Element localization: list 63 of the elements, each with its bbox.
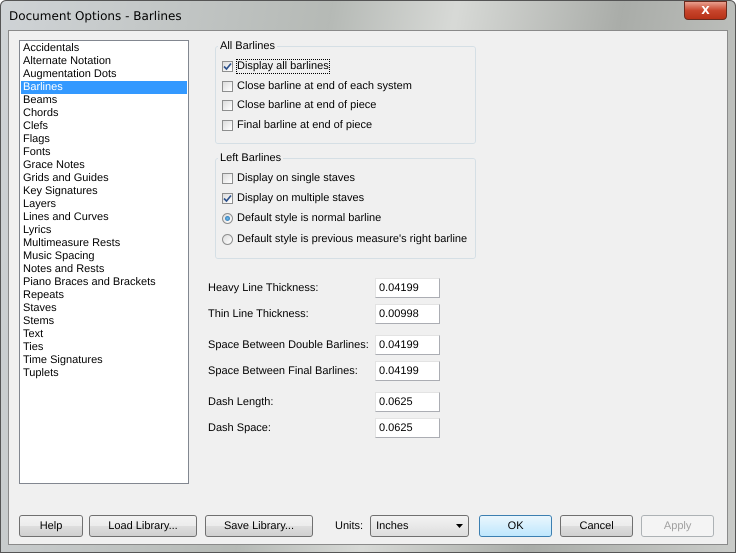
input-field[interactable]: 0.0625	[375, 392, 440, 412]
list-item[interactable]: Flags	[21, 133, 187, 146]
checkbox[interactable]	[222, 61, 233, 72]
option-label: Close barline at end of piece	[237, 99, 376, 112]
list-item[interactable]: Stems	[21, 315, 187, 328]
field-label: Thin Line Thickness:	[208, 308, 310, 320]
checkbox[interactable]	[222, 120, 233, 131]
list-item[interactable]: Augmentation Dots	[21, 68, 187, 81]
option-label: Default style is previous measure's right barline	[237, 233, 468, 246]
option-label: Display on multiple staves	[237, 192, 364, 205]
window-title: Document Options - Barlines	[9, 8, 182, 22]
list-item[interactable]: Ties	[21, 341, 187, 354]
checkbox[interactable]	[222, 173, 233, 184]
list-item[interactable]: Notes and Rests	[21, 263, 187, 276]
list-item[interactable]: Lyrics	[21, 224, 187, 237]
close-button[interactable]: X	[684, 1, 727, 20]
list-item[interactable]: Key Signatures	[21, 185, 187, 198]
list-item[interactable]: Piano Braces and Brackets	[21, 276, 187, 289]
list-item[interactable]: Accidentals	[21, 42, 187, 55]
cancel-button[interactable]: Cancel	[560, 515, 634, 537]
radio-button[interactable]	[222, 234, 233, 245]
list-item[interactable]: Time Signatures	[21, 354, 187, 367]
input-field[interactable]: 0.00998	[375, 304, 440, 324]
option-label: Display on single staves	[237, 172, 356, 186]
list-item[interactable]: Beams	[21, 94, 187, 107]
load-library-button[interactable]: Load Library...	[89, 515, 197, 537]
list-item[interactable]: Clefs	[21, 120, 187, 133]
checkbox[interactable]	[222, 100, 233, 112]
list-item[interactable]: Multimeasure Rests	[21, 237, 187, 250]
radio-button[interactable]	[222, 213, 233, 224]
caret-icon	[456, 524, 464, 528]
ok-button[interactable]: OK	[479, 515, 552, 537]
list-item[interactable]: Music Spacing	[21, 250, 187, 263]
list-item[interactable]: Tuplets	[21, 367, 187, 380]
option-label: Display all barlines	[237, 60, 329, 74]
help-button[interactable]: Help	[19, 515, 83, 537]
field-label: Space Between Double Barlines:	[208, 339, 370, 351]
field-label: Heavy Line Thickness:	[208, 282, 320, 294]
option-label: Final barline at end of piece	[237, 118, 372, 132]
list-item[interactable]: Layers	[21, 198, 187, 211]
units-label: Units:	[335, 520, 364, 532]
list-item[interactable]: Staves	[21, 302, 187, 315]
input-field[interactable]: 0.04199	[375, 361, 440, 381]
list-item[interactable]: Fonts	[21, 146, 187, 159]
list-item[interactable]: Repeats	[21, 289, 187, 302]
field-label: Dash Length:	[208, 396, 274, 408]
option-label: Default style is normal barline	[237, 212, 382, 225]
input-field[interactable]: 0.04199	[375, 278, 440, 298]
units-dropdown[interactable]: Inches	[370, 515, 470, 537]
list-item[interactable]: Lines and Curves	[21, 211, 187, 224]
input-field[interactable]: 0.04199	[375, 335, 440, 355]
field-label: Dash Space:	[208, 422, 272, 434]
list-item[interactable]: Alternate Notation	[21, 55, 187, 68]
save-library-button[interactable]: Save Library...	[205, 515, 313, 537]
list-item[interactable]: Text	[21, 328, 187, 341]
input-field[interactable]: 0.0625	[375, 418, 440, 438]
list-item[interactable]: Grids and Guides	[21, 172, 187, 185]
checkbox[interactable]	[222, 80, 233, 92]
list-item[interactable]: Chords	[21, 107, 187, 120]
checkbox[interactable]	[222, 192, 233, 204]
option-label: Close barline at end of each system	[237, 80, 412, 93]
field-label: Space Between Final Barlines:	[208, 365, 359, 377]
list-item[interactable]: Grace Notes	[21, 159, 187, 172]
